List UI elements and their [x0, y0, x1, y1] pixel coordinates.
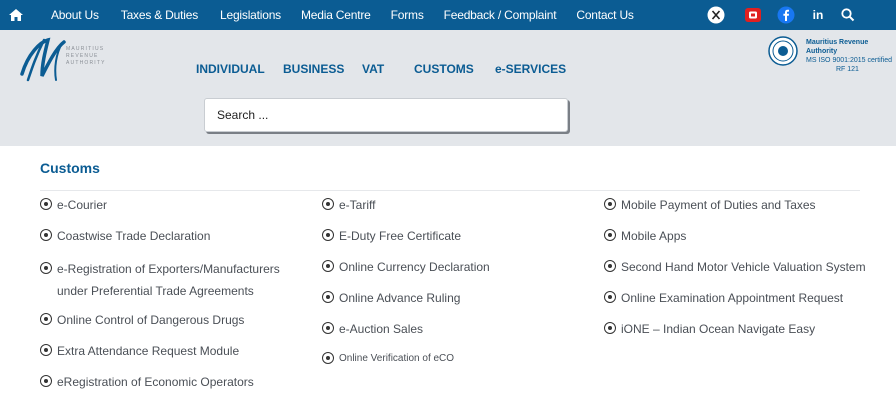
radio-icon — [40, 229, 52, 241]
item-label: Online Verification of eCO — [339, 353, 455, 364]
nav-e-services[interactable]: e-SERVICES — [495, 62, 566, 76]
top-bar: About Us Taxes & Duties Legislations Med… — [0, 0, 896, 30]
list-item-duty-free[interactable]: E-Duty Free Certificate — [322, 227, 461, 245]
iso-cert: MS ISO 9001:2015 certified — [806, 57, 892, 64]
list-item-auction-sales[interactable]: e-Auction Sales — [322, 320, 423, 338]
list-item-e-registration-exporters[interactable]: e-Registration of Exporters/Manufacturer… — [40, 258, 307, 302]
radio-icon — [40, 198, 52, 210]
logo-text: MAURITIUS REVENUE AUTHORITY — [66, 46, 106, 67]
list-item-currency-declaration[interactable]: Online Currency Declaration — [322, 258, 490, 276]
top-link-taxes[interactable]: Taxes & Duties — [121, 8, 198, 22]
item-label: e-Auction Sales — [339, 322, 424, 336]
list-item-examination-appointment[interactable]: Online Examination Appointment Request — [604, 289, 843, 307]
top-link-forms[interactable]: Forms — [391, 8, 424, 22]
x-twitter-icon[interactable] — [706, 5, 726, 25]
search-band — [0, 90, 896, 146]
org-title: Mauritius Revenue Authority — [806, 39, 869, 55]
list-item-verification-eco[interactable]: Online Verification of eCO — [322, 350, 454, 368]
radio-icon — [40, 375, 52, 387]
top-links: About Us Taxes & Duties Legislations Med… — [51, 0, 634, 30]
nav-vat[interactable]: VAT — [362, 62, 384, 76]
list-item-eregistration-operators[interactable]: eRegistration of Economic Operators — [40, 373, 254, 391]
item-label: Mobile Payment of Duties and Taxes — [621, 198, 816, 212]
nav-customs[interactable]: CUSTOMS — [414, 62, 474, 76]
radio-icon — [322, 198, 334, 210]
facebook-icon[interactable] — [776, 5, 796, 25]
top-link-about[interactable]: About Us — [51, 8, 99, 22]
item-label: Online Control of Dangerous Drugs — [57, 313, 245, 327]
list-item-coastwise[interactable]: Coastwise Trade Declaration — [40, 227, 210, 245]
item-label: Online Advance Ruling — [339, 291, 461, 305]
list-item-ione[interactable]: iONE – Indian Ocean Navigate Easy — [604, 320, 815, 338]
search-box — [204, 98, 568, 132]
mra-seal-icon — [768, 36, 798, 66]
rf-number: RF 121 — [836, 66, 859, 73]
logo-line-1: MAURITIUS — [66, 46, 105, 52]
radio-icon — [40, 262, 52, 274]
logo-line-3: AUTHORITY — [66, 60, 106, 66]
site-header: MAURITIUS REVENUE AUTHORITY INDIVIDUAL B… — [0, 30, 896, 90]
top-link-legislations[interactable]: Legislations — [220, 8, 281, 22]
item-label: Online Examination Appointment Request — [621, 291, 844, 305]
item-label: e-Courier — [57, 198, 108, 212]
top-link-contact[interactable]: Contact Us — [576, 8, 634, 22]
section-title: Customs — [40, 160, 100, 176]
item-label: Mobile Apps — [621, 229, 687, 243]
list-item-vehicle-valuation[interactable]: Second Hand Motor Vehicle Valuation Syst… — [604, 258, 866, 276]
list-item-advance-ruling[interactable]: Online Advance Ruling — [322, 289, 460, 307]
top-link-feedback[interactable]: Feedback / Complaint — [444, 8, 557, 22]
linkedin-icon[interactable]: in — [808, 5, 828, 25]
item-label: iONE – Indian Ocean Navigate Easy — [621, 322, 816, 336]
item-label: E-Duty Free Certificate — [339, 229, 462, 243]
item-label: e-Tariff — [339, 198, 376, 212]
list-item-e-tariff[interactable]: e-Tariff — [322, 196, 375, 214]
search-input[interactable] — [205, 99, 567, 131]
item-label: Extra Attendance Request Module — [57, 344, 240, 358]
radio-icon — [604, 322, 616, 334]
radio-icon — [604, 229, 616, 241]
item-label: Coastwise Trade Declaration — [57, 229, 211, 243]
radio-icon — [604, 198, 616, 210]
radio-icon — [322, 352, 334, 364]
youtube-icon[interactable] — [743, 5, 763, 25]
radio-icon — [322, 229, 334, 241]
radio-icon — [322, 291, 334, 303]
nav-individual[interactable]: INDIVIDUAL — [196, 62, 265, 76]
list-item-mobile-payment[interactable]: Mobile Payment of Duties and Taxes — [604, 196, 816, 214]
radio-icon — [40, 344, 52, 356]
section-divider — [40, 190, 860, 191]
list-item-extra-attendance[interactable]: Extra Attendance Request Module — [40, 342, 239, 360]
home-icon[interactable] — [8, 7, 24, 23]
top-link-media[interactable]: Media Centre — [301, 8, 371, 22]
radio-icon — [322, 322, 334, 334]
item-label: eRegistration of Economic Operators — [57, 375, 254, 389]
list-item-dangerous-drugs[interactable]: Online Control of Dangerous Drugs — [40, 311, 244, 329]
logo-line-2: REVENUE — [66, 53, 99, 59]
search-icon[interactable] — [838, 5, 858, 25]
radio-icon — [322, 260, 334, 272]
nav-business[interactable]: BUSINESS — [283, 62, 344, 76]
list-item-e-courier[interactable]: e-Courier — [40, 196, 107, 214]
item-label: e-Registration of Exporters/Manufacturer… — [57, 262, 280, 298]
radio-icon — [604, 291, 616, 303]
radio-icon — [604, 260, 616, 272]
item-label: Online Currency Declaration — [339, 260, 490, 274]
mra-logo[interactable]: MAURITIUS REVENUE AUTHORITY — [18, 34, 138, 86]
radio-icon — [40, 313, 52, 325]
list-item-mobile-apps[interactable]: Mobile Apps — [604, 227, 686, 245]
org-title-block: Mauritius Revenue Authority MS ISO 9001:… — [806, 38, 896, 74]
item-label: Second Hand Motor Vehicle Valuation Syst… — [621, 260, 866, 274]
